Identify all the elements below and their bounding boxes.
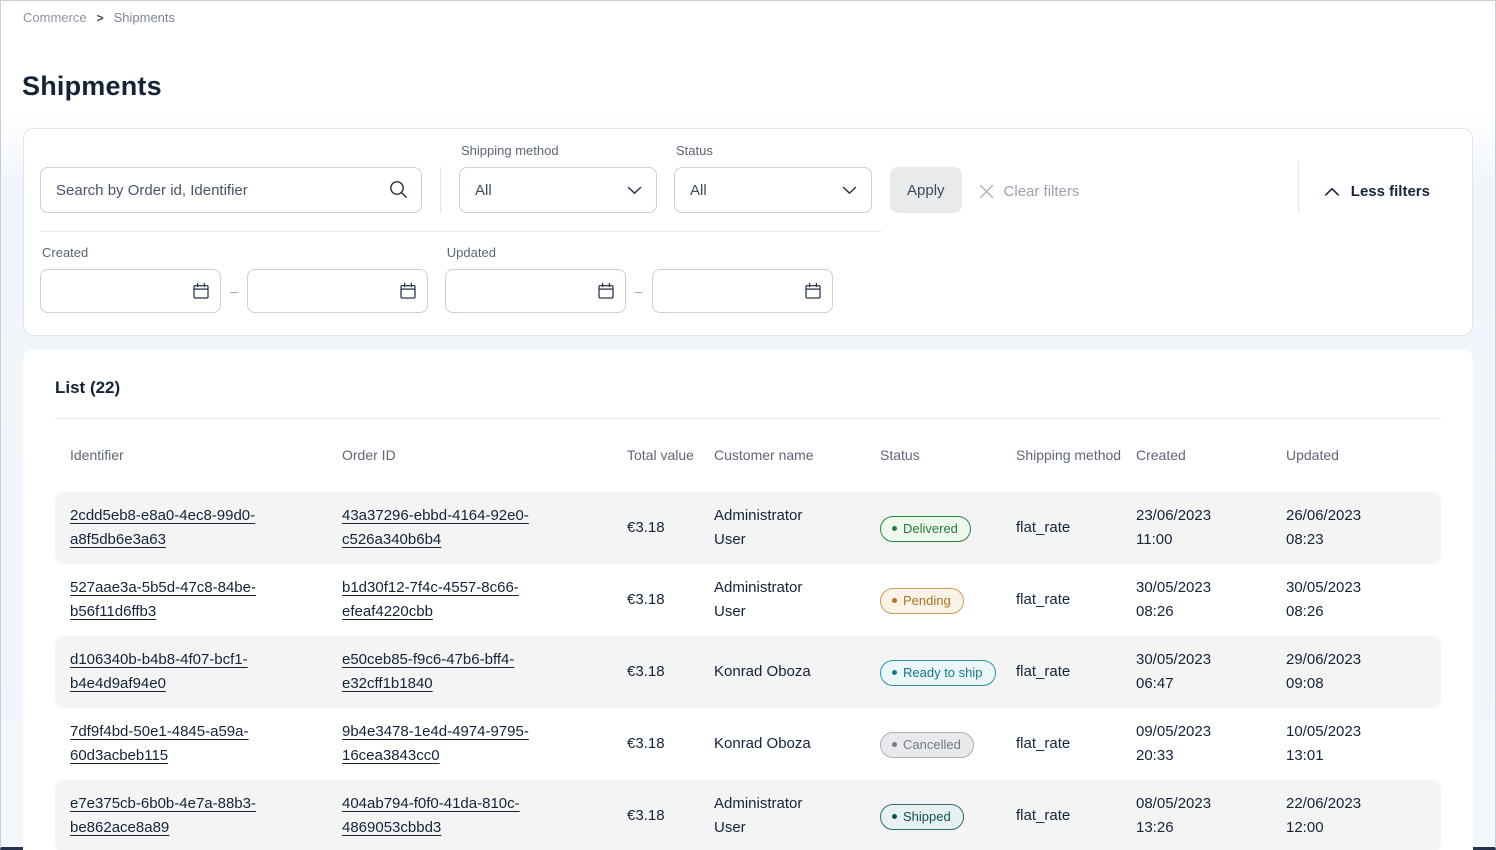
identifier-link[interactable]: d106340b-b4b8-4f07-bcf1-b4e4d9af94e0 [70,648,295,696]
calendar-icon[interactable] [597,282,615,300]
customer-name: Konrad Oboza [714,660,826,684]
status-select[interactable]: All [674,167,872,213]
search-input[interactable] [40,167,422,213]
order-id-link[interactable]: 9b4e3478-1e4d-4974-9795-16cea3843cc0 [342,720,567,768]
table-row: 2cdd5eb8-e8a0-4ec8-99d0-a8f5db6e3a63 43a… [55,492,1441,564]
total-value: €3.18 [627,588,714,612]
less-filters-button[interactable]: Less filters [1324,183,1430,200]
table-row: e7e375cb-6b0b-4e7a-88b3-be862ace8a89 404… [55,780,1441,850]
updated-at: 30/05/2023 08:26 [1286,576,1382,624]
page-title: Shipments [22,71,1495,102]
status-label: Status [676,143,872,159]
table-header-row: Identifier Order ID Total value Customer… [55,419,1441,492]
chevron-up-icon [1324,187,1340,197]
col-identifier: Identifier [55,446,342,465]
updated-at: 22/06/2023 12:00 [1286,792,1382,840]
created-date-range: – [40,269,428,313]
top-bar: Commerce > Shipments [1,1,1495,33]
col-customer-name: Customer name [714,446,880,465]
filter-divider [1298,161,1299,213]
identifier-link[interactable]: 2cdd5eb8-e8a0-4ec8-99d0-a8f5db6e3a63 [70,504,295,552]
identifier-link[interactable]: e7e375cb-6b0b-4e7a-88b3-be862ace8a89 [70,792,295,840]
total-value: €3.18 [627,732,714,756]
shipping-method-value: All [475,182,492,199]
status-badge: Delivered [880,516,971,542]
updated-filter-label: Updated [447,245,833,261]
status-dot-icon [892,598,897,603]
shipping-method: flat_rate [1016,660,1136,684]
status-value: All [690,182,707,199]
status-badge: Shipped [880,804,964,830]
col-updated: Updated [1286,446,1441,465]
apply-button[interactable]: Apply [890,167,962,213]
breadcrumb-separator: > [97,11,104,25]
table-row: d106340b-b4b8-4f07-bcf1-b4e4d9af94e0 e50… [55,636,1441,708]
chevron-down-icon [627,186,642,195]
col-created: Created [1136,446,1286,465]
col-total-value: Total value [627,446,714,465]
range-separator: – [230,283,238,299]
calendar-icon[interactable] [192,282,210,300]
shipping-method: flat_rate [1016,516,1136,540]
shipping-method-label: Shipping method [461,143,657,159]
calendar-icon[interactable] [804,282,822,300]
customer-name: Administrator User [714,576,826,624]
table-row: 527aae3a-5b5d-47c8-84be-b56f11d6ffb3 b1d… [55,564,1441,636]
breadcrumb: Commerce > Shipments [23,10,1473,25]
col-status: Status [880,446,1016,465]
range-separator: – [635,283,643,299]
close-icon [978,183,995,200]
col-order-id: Order ID [342,446,627,465]
total-value: €3.18 [627,660,714,684]
shipping-method: flat_rate [1016,804,1136,828]
customer-name: Administrator User [714,792,826,840]
identifier-link[interactable]: 527aae3a-5b5d-47c8-84be-b56f11d6ffb3 [70,576,295,624]
shipping-method: flat_rate [1016,732,1136,756]
status-dot-icon [892,670,897,675]
filter-divider [440,167,441,213]
clear-filters-button[interactable]: Clear filters [978,183,1080,200]
identifier-link[interactable]: 7df9f4bd-50e1-4845-a59a-60d3acbeb115 [70,720,295,768]
created-at: 30/05/2023 06:47 [1136,648,1232,696]
created-filter-label: Created [42,245,428,261]
updated-at: 10/05/2023 13:01 [1286,720,1382,768]
total-value: €3.18 [627,516,714,540]
less-filters-label: Less filters [1351,183,1430,200]
breadcrumb-commerce[interactable]: Commerce [23,10,87,25]
updated-date-range: – [445,269,833,313]
customer-name: Administrator User [714,504,826,552]
table-body: 2cdd5eb8-e8a0-4ec8-99d0-a8f5db6e3a63 43a… [55,492,1441,850]
updated-at: 29/06/2023 09:08 [1286,648,1382,696]
status-dot-icon [892,742,897,747]
col-shipping-method: Shipping method [1016,446,1136,465]
search-label-spacer [42,143,422,159]
search-icon[interactable] [388,179,409,200]
created-at: 30/05/2023 08:26 [1136,576,1232,624]
updated-at: 26/06/2023 08:23 [1286,504,1382,552]
status-badge: Cancelled [880,732,974,758]
clear-filters-label: Clear filters [1004,183,1080,200]
order-id-link[interactable]: b1d30f12-7f4c-4557-8c66-efeaf4220cbb [342,576,567,624]
shipments-list-card: List (22) Identifier Order ID Total valu… [23,350,1473,850]
created-at: 23/06/2023 11:00 [1136,504,1232,552]
status-badge: Pending [880,588,964,614]
filters-panel: Shipping method All Status All [23,128,1473,336]
status-dot-icon [892,526,897,531]
customer-name: Konrad Oboza [714,732,826,756]
calendar-icon[interactable] [399,282,417,300]
created-at: 08/05/2023 13:26 [1136,792,1232,840]
total-value: €3.18 [627,804,714,828]
order-id-link[interactable]: 43a37296-ebbd-4164-92e0-c526a340b6b4 [342,504,567,552]
shipping-method: flat_rate [1016,588,1136,612]
shipping-method-select[interactable]: All [459,167,657,213]
table-row: 7df9f4bd-50e1-4845-a59a-60d3acbeb115 9b4… [55,708,1441,780]
list-title: List (22) [55,378,1441,398]
status-dot-icon [892,814,897,819]
status-badge: Ready to ship [880,660,996,686]
order-id-link[interactable]: e50ceb85-f9c6-47b6-bff4-e32cff1b1840 [342,648,567,696]
created-at: 09/05/2023 20:33 [1136,720,1232,768]
breadcrumb-shipments: Shipments [114,10,175,25]
chevron-down-icon [842,186,857,195]
order-id-link[interactable]: 404ab794-f0f0-41da-810c-4869053cbbd3 [342,792,567,840]
